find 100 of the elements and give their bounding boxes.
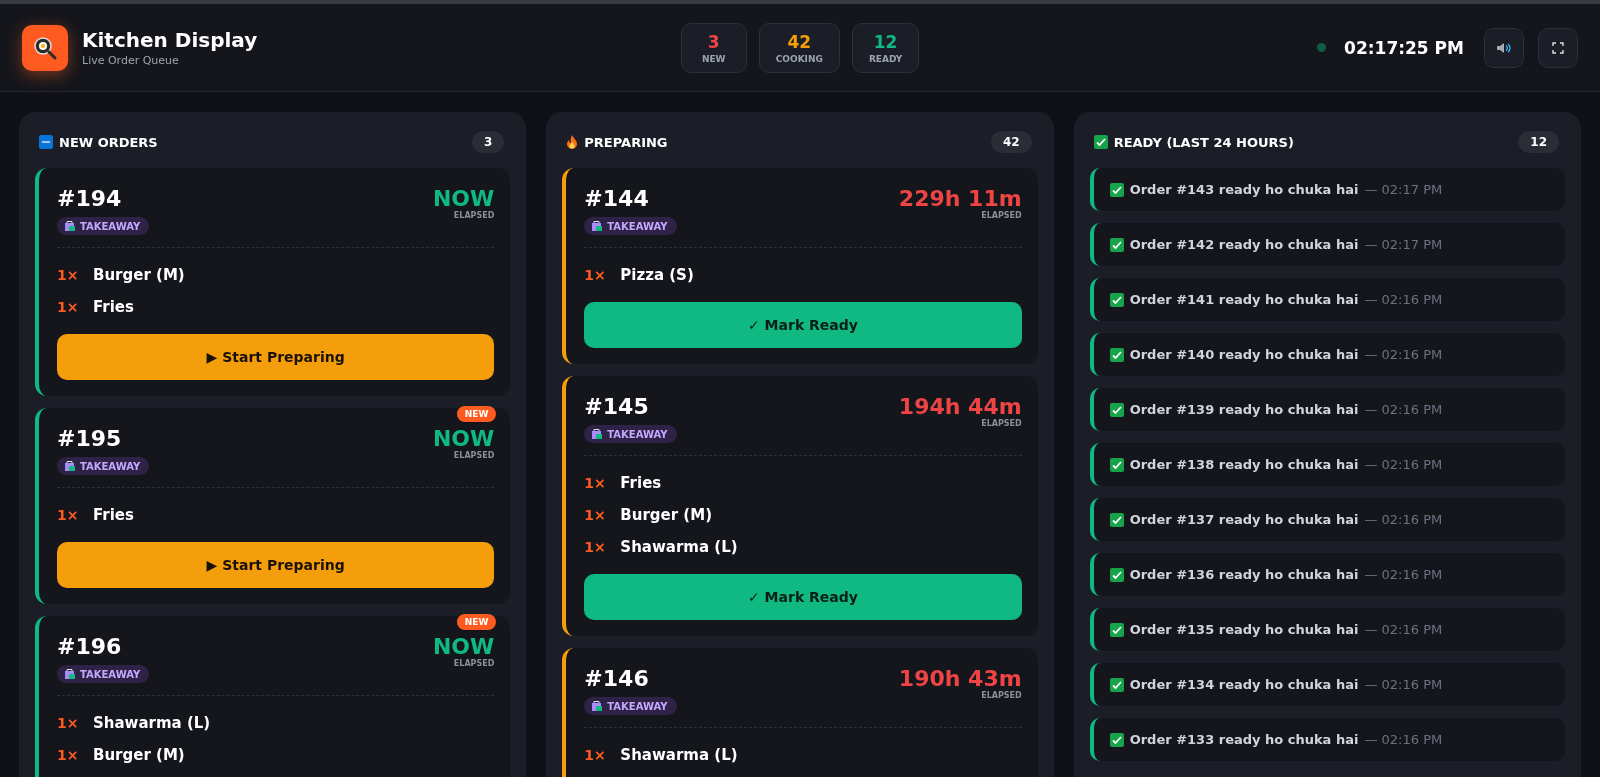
order-number: #146: [584, 666, 649, 691]
mark-ready-button[interactable]: ✓ Mark Ready: [584, 302, 1022, 348]
ready-time: — 02:16 PM: [1364, 457, 1443, 472]
ready-message: Order #133 ready ho chuka hai: [1129, 732, 1359, 747]
elapsed-label: ELAPSED: [453, 451, 495, 460]
stat-value: 3: [707, 31, 720, 52]
fullscreen-button[interactable]: [1538, 27, 1578, 68]
fullscreen-icon: [1552, 41, 1564, 54]
elapsed-label: ELAPSED: [981, 691, 1022, 700]
speaker-icon: [1496, 40, 1512, 55]
elapsed-time: NOW: [432, 186, 495, 211]
column-count: 3: [471, 131, 505, 153]
checkmark-icon: [1109, 567, 1124, 582]
ready-message: Order #135 ready ho chuka hai: [1129, 622, 1359, 637]
bag-icon: [591, 220, 604, 232]
ready-time: — 02:16 PM: [1364, 567, 1443, 582]
bag-icon: [64, 220, 76, 232]
item-name: Fries: [93, 298, 134, 316]
elapsed-time: 190h 43m: [898, 666, 1022, 691]
column-count: 12: [1518, 131, 1559, 153]
stat-label: NEW: [701, 53, 726, 64]
ready-message: Order #142 ready ho chuka hai: [1129, 237, 1359, 252]
bag-icon: [64, 460, 76, 472]
ready-message: Order #138 ready ho chuka hai: [1129, 457, 1359, 472]
order-number: #145: [584, 394, 649, 419]
stat-value: 42: [787, 31, 812, 52]
sound-button[interactable]: [1484, 27, 1524, 68]
app-subtitle: Live Order Queue: [82, 54, 180, 67]
checkmark-icon: [1093, 135, 1108, 149]
order-type-label: TAKEAWAY: [80, 460, 141, 472]
elapsed-time: NOW: [432, 634, 495, 659]
ready-time: — 02:16 PM: [1364, 622, 1443, 637]
order-type-label: TAKEAWAY: [607, 428, 668, 440]
checkmark-icon: [1109, 732, 1124, 747]
app-title: Kitchen Display: [82, 28, 258, 52]
elapsed-time: 229h 11m: [898, 186, 1022, 211]
checkmark-icon: [1109, 677, 1124, 692]
item-name: Burger (M): [93, 746, 185, 764]
order-number: #196: [57, 634, 122, 659]
checkmark-icon: [1109, 457, 1124, 472]
item-name: Pizza (S): [620, 266, 694, 284]
ready-message: Order #134 ready ho chuka hai: [1129, 677, 1359, 692]
item-name: Shawarma (L): [620, 746, 738, 764]
ready-message: Order #141 ready ho chuka hai: [1129, 292, 1359, 307]
flame-icon: [566, 135, 579, 149]
checkmark-icon: [1109, 402, 1124, 417]
checkmark-icon: [1109, 292, 1124, 307]
checkmark-icon: [1109, 237, 1124, 252]
item-name: Burger (M): [620, 506, 712, 524]
ready-message: Order #139 ready ho chuka hai: [1129, 402, 1359, 417]
bag-icon: [591, 700, 604, 712]
new-badge: NEW: [456, 614, 497, 630]
checkmark-icon: [1109, 347, 1124, 362]
checkmark-icon: [1109, 512, 1124, 527]
order-type-label: TAKEAWAY: [80, 668, 141, 680]
ready-time: — 02:16 PM: [1364, 677, 1443, 692]
item-name: Shawarma (L): [620, 538, 738, 556]
elapsed-label: ELAPSED: [453, 659, 495, 668]
elapsed-time: 194h 44m: [898, 394, 1022, 419]
ready-time: — 02:17 PM: [1364, 237, 1443, 252]
item-name: Shawarma (L): [93, 714, 211, 732]
elapsed-label: ELAPSED: [453, 211, 495, 220]
order-type-label: TAKEAWAY: [607, 220, 668, 232]
ready-time: — 02:16 PM: [1364, 512, 1443, 527]
elapsed-time: NOW: [432, 426, 495, 451]
start-preparing-button[interactable]: ▶ Start Preparing: [57, 334, 495, 380]
ready-time: — 02:16 PM: [1364, 402, 1443, 417]
bag-icon: [64, 668, 76, 680]
bag-icon: [591, 428, 604, 440]
stat-label: READY: [868, 53, 903, 64]
ready-message: Order #136 ready ho chuka hai: [1129, 567, 1359, 582]
elapsed-label: ELAPSED: [981, 211, 1022, 220]
column-title: READY (LAST 24 HOURS): [1113, 134, 1294, 150]
ready-time: — 02:16 PM: [1364, 292, 1443, 307]
start-preparing-button[interactable]: ▶ Start Preparing: [57, 542, 495, 588]
ready-time: — 02:16 PM: [1364, 732, 1443, 747]
order-type-label: TAKEAWAY: [607, 700, 668, 712]
item-name: Fries: [93, 506, 134, 524]
new-badge: NEW: [456, 406, 497, 422]
ready-time: — 02:16 PM: [1364, 347, 1443, 362]
new-icon: [39, 135, 53, 149]
order-number: #195: [57, 426, 122, 451]
elapsed-label: ELAPSED: [981, 419, 1022, 428]
ready-time: — 02:17 PM: [1364, 182, 1443, 197]
column-count: 42: [990, 131, 1032, 153]
mark-ready-button[interactable]: ✓ Mark Ready: [584, 574, 1022, 620]
stat-label: COOKING: [775, 53, 823, 64]
clock-time: 02:17:25 PM: [1344, 37, 1464, 58]
frying-pan-icon: [32, 34, 58, 61]
ready-message: Order #137 ready ho chuka hai: [1129, 512, 1359, 527]
ready-message: Order #143 ready ho chuka hai: [1129, 182, 1359, 197]
item-name: Burger (M): [93, 266, 185, 284]
stat-value: 12: [873, 31, 898, 52]
checkmark-icon: [1109, 622, 1124, 637]
order-number: #194: [57, 186, 122, 211]
ready-message: Order #140 ready ho chuka hai: [1129, 347, 1359, 362]
order-number: #144: [584, 186, 649, 211]
item-name: Fries: [620, 474, 662, 492]
column-title: NEW ORDERS: [59, 134, 158, 150]
order-type-label: TAKEAWAY: [80, 220, 141, 232]
